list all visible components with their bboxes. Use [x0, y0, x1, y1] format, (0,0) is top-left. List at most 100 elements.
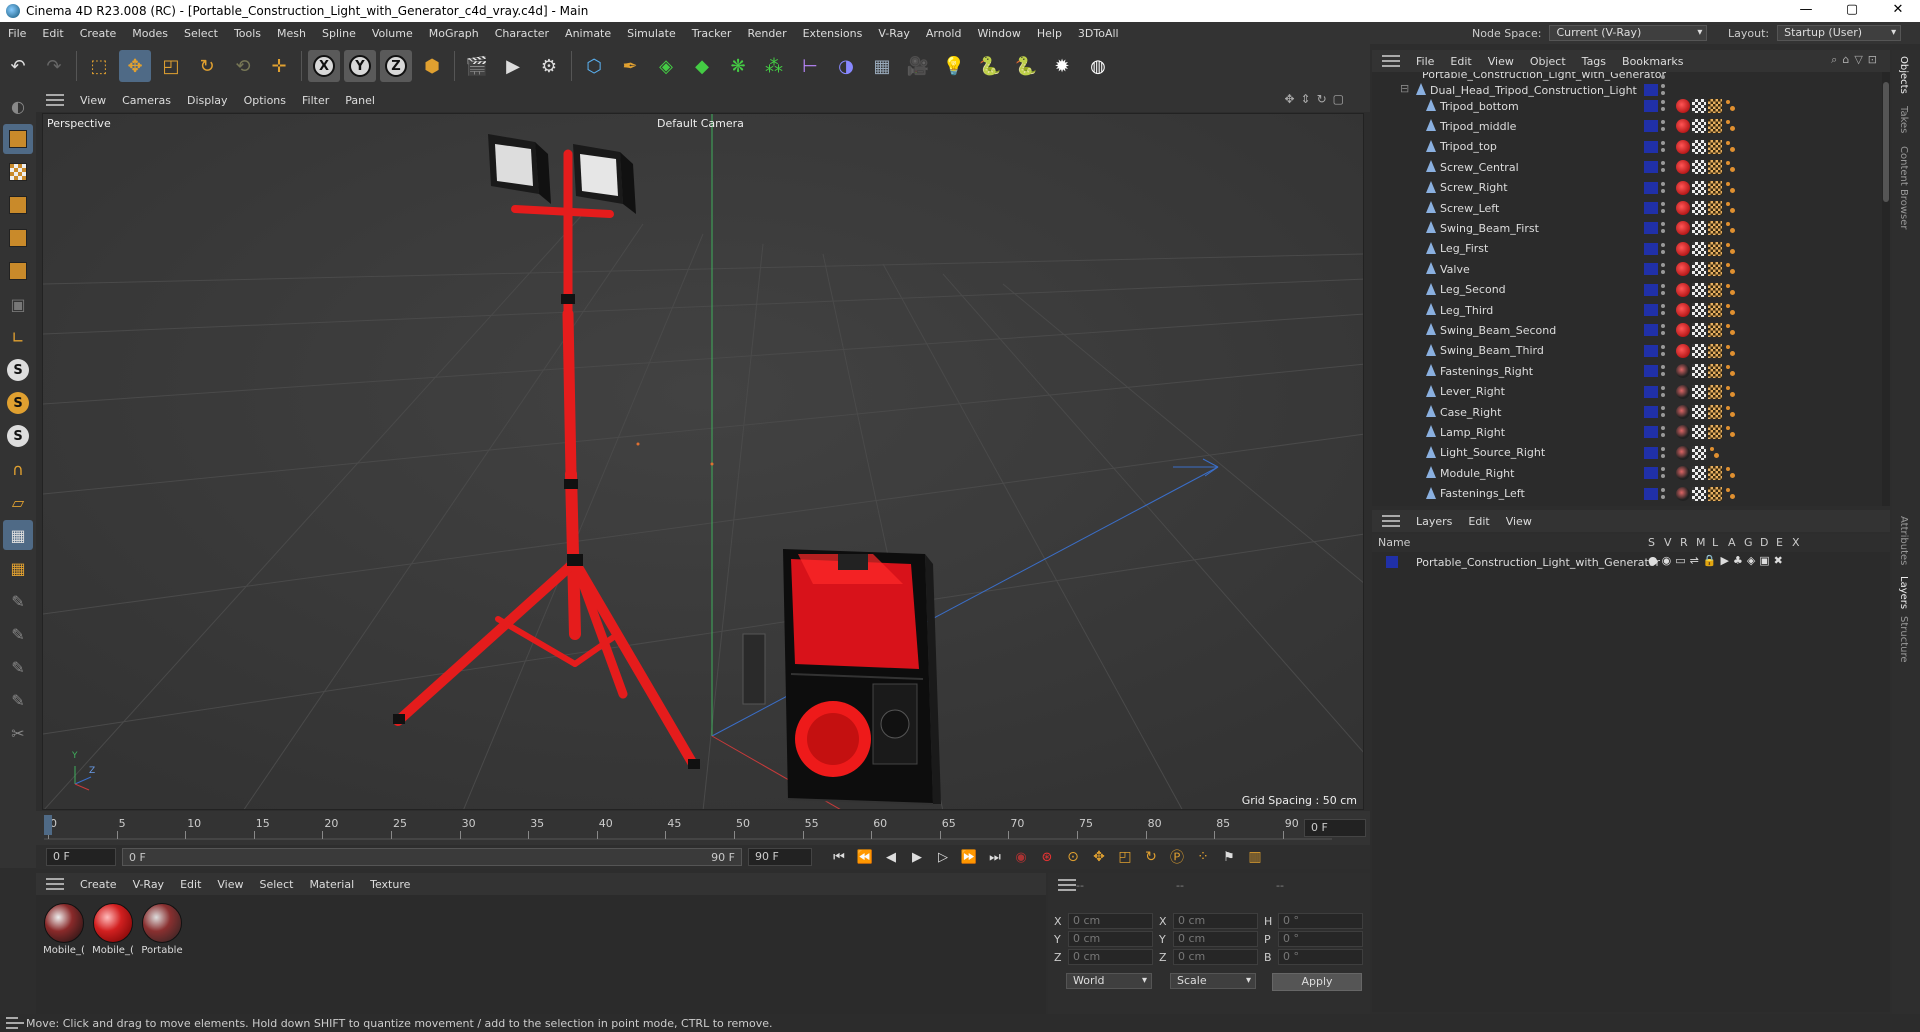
- object-row[interactable]: Fastenings_Right: [1372, 361, 1882, 381]
- vray-tag-icon[interactable]: [1708, 262, 1722, 277]
- key-selection-icon[interactable]: ⊙: [1062, 846, 1084, 868]
- object-row[interactable]: Module_Right: [1372, 463, 1882, 483]
- previous-frame-icon[interactable]: ◀: [880, 846, 902, 868]
- coordinate-mode-dropdown[interactable]: Scale: [1170, 973, 1256, 989]
- object-manager-tools[interactable]: ⌕⌂▽⊡: [1831, 53, 1882, 67]
- phong-tag-icon[interactable]: [1726, 385, 1736, 398]
- visibility-dots-icon[interactable]: [1660, 83, 1666, 97]
- material-tag-icon[interactable]: [1676, 262, 1690, 277]
- menu-item-arnold[interactable]: Arnold: [918, 27, 970, 40]
- extrude-icon[interactable]: ◆: [686, 50, 718, 82]
- viewport-menu-options[interactable]: Options: [236, 94, 294, 107]
- camera-icon[interactable]: 🎥: [902, 50, 934, 82]
- menu-item-character[interactable]: Character: [487, 27, 557, 40]
- tab-layers[interactable]: Layers: [1898, 576, 1909, 609]
- object-row[interactable]: Fastenings_Left: [1372, 484, 1882, 504]
- object-row[interactable]: Swing_Beam_Second: [1372, 320, 1882, 340]
- timeline-ruler[interactable]: 0 5 10 15 20 25 30 35 40 45 50 55 60 65 70 75 80 85 90 0 F: [36, 811, 1370, 845]
- layer-color-icon[interactable]: [1644, 161, 1658, 174]
- material-tag-icon[interactable]: [1676, 323, 1690, 338]
- object-panel-menu-icon[interactable]: [1382, 55, 1400, 67]
- material-menu-select[interactable]: Select: [252, 878, 302, 891]
- object-row[interactable]: Leg_Third: [1372, 300, 1882, 320]
- material-tag-icon[interactable]: [1676, 241, 1690, 256]
- record-keys-icon[interactable]: ◉: [1010, 846, 1032, 868]
- layer-menu-layers[interactable]: Layers: [1408, 515, 1460, 528]
- object-menu-object[interactable]: Object: [1522, 55, 1574, 68]
- position-field[interactable]: 0 cm: [1068, 931, 1153, 947]
- phong-tag-icon[interactable]: [1726, 487, 1736, 500]
- material-tag-icon[interactable]: [1676, 445, 1690, 460]
- visibility-dots-icon[interactable]: [1660, 425, 1666, 439]
- snap-icon[interactable]: S: [3, 355, 33, 385]
- render-picture-viewer-icon[interactable]: ▶: [497, 50, 529, 82]
- material-tag-icon[interactable]: [1676, 384, 1690, 399]
- layer-row[interactable]: Portable_Construction_Light_with_Generat…: [1372, 552, 1882, 572]
- deformer-icon[interactable]: ⊢: [794, 50, 826, 82]
- uvw-tag-icon[interactable]: [1692, 201, 1706, 215]
- object-row[interactable]: Valve: [1372, 259, 1882, 279]
- vray-tag-icon[interactable]: [1708, 384, 1722, 399]
- position-field[interactable]: 0 cm: [1068, 913, 1153, 929]
- viewport-nav-icons[interactable]: ✥⇕↻▢: [1284, 92, 1350, 106]
- phong-tag-icon[interactable]: [1726, 263, 1736, 275]
- model-mode-icon[interactable]: [3, 124, 33, 154]
- node-space-dropdown[interactable]: Current (V-Ray): [1549, 25, 1708, 41]
- menu-item-mesh[interactable]: Mesh: [269, 27, 314, 40]
- object-menu-bookmarks[interactable]: Bookmarks: [1614, 55, 1691, 68]
- vray-tag-icon[interactable]: [1708, 201, 1722, 215]
- layer-color-icon[interactable]: [1644, 181, 1658, 194]
- visibility-dots-icon[interactable]: [1660, 487, 1666, 501]
- start-frame-field[interactable]: 0 F: [46, 848, 116, 866]
- uvw-tag-icon[interactable]: [1692, 282, 1706, 297]
- status-menu-icon[interactable]: [6, 1017, 24, 1029]
- uvw-tag-icon[interactable]: [1692, 262, 1706, 277]
- phong-tag-icon[interactable]: [1726, 467, 1736, 479]
- layer-menu-view[interactable]: View: [1498, 515, 1540, 528]
- material-tag-icon[interactable]: [1676, 99, 1690, 113]
- layout-dropdown[interactable]: Startup (User): [1777, 25, 1902, 41]
- menu-item-tools[interactable]: Tools: [226, 27, 269, 40]
- visibility-dots-icon[interactable]: [1660, 466, 1666, 480]
- vray-tag-icon[interactable]: [1708, 99, 1722, 113]
- tab-structure[interactable]: Structure: [1898, 616, 1909, 663]
- viewport-camera[interactable]: Default Camera: [657, 117, 744, 130]
- material-menu-texture[interactable]: Texture: [362, 878, 418, 891]
- layer-color-icon[interactable]: [1644, 140, 1658, 153]
- grid-icon[interactable]: ▦: [3, 520, 33, 550]
- uvw-tag-icon[interactable]: [1692, 99, 1706, 113]
- menu-item-mograph[interactable]: MoGraph: [421, 27, 487, 40]
- redo-icon[interactable]: ↷: [38, 50, 70, 82]
- locked-workplane-icon[interactable]: ▦: [3, 553, 33, 583]
- tab-takes[interactable]: Takes: [1898, 106, 1909, 133]
- live-selection-icon[interactable]: ⬚: [83, 50, 115, 82]
- object-list-scrollbar[interactable]: [1882, 72, 1890, 506]
- object-row[interactable]: Lamp_Right: [1372, 422, 1882, 442]
- uvw-tag-icon[interactable]: [1692, 221, 1706, 236]
- knife-icon[interactable]: ✂: [3, 718, 33, 748]
- material-tag-icon[interactable]: [1676, 139, 1690, 154]
- vray-tag-icon[interactable]: [1708, 323, 1722, 338]
- z-axis-lock-button[interactable]: Z: [380, 50, 412, 82]
- viewport-menu-view[interactable]: View: [72, 94, 114, 107]
- spline-pen-icon[interactable]: ✒: [614, 50, 646, 82]
- menu-item-3dtoall[interactable]: 3DToAll: [1070, 27, 1127, 40]
- menu-item-help[interactable]: Help: [1029, 27, 1070, 40]
- uvw-tag-icon[interactable]: [1692, 445, 1706, 460]
- current-frame-field[interactable]: 0 F: [1304, 819, 1366, 837]
- layer-color-icon[interactable]: [1644, 222, 1658, 235]
- layer-color-icon[interactable]: [1644, 487, 1658, 500]
- uvw-tag-icon[interactable]: [1692, 425, 1706, 440]
- vray-tag-icon[interactable]: [1708, 180, 1722, 195]
- uvw-tag-icon[interactable]: [1692, 405, 1706, 419]
- scale-tool-icon[interactable]: ◰: [155, 50, 187, 82]
- preview-range-slider[interactable]: 0 F 90 F: [122, 848, 742, 866]
- key-pla-icon[interactable]: ⁘: [1192, 846, 1214, 868]
- material-panel-menu-icon[interactable]: [46, 878, 64, 890]
- layer-color-icon[interactable]: [1644, 242, 1658, 255]
- visibility-dots-icon[interactable]: [1660, 303, 1666, 317]
- magnet-icon[interactable]: ∩: [3, 454, 33, 484]
- viewport-menu-panel[interactable]: Panel: [337, 94, 383, 107]
- material-swatch[interactable]: Mobile_(: [42, 903, 86, 956]
- viewport-menu-display[interactable]: Display: [179, 94, 236, 107]
